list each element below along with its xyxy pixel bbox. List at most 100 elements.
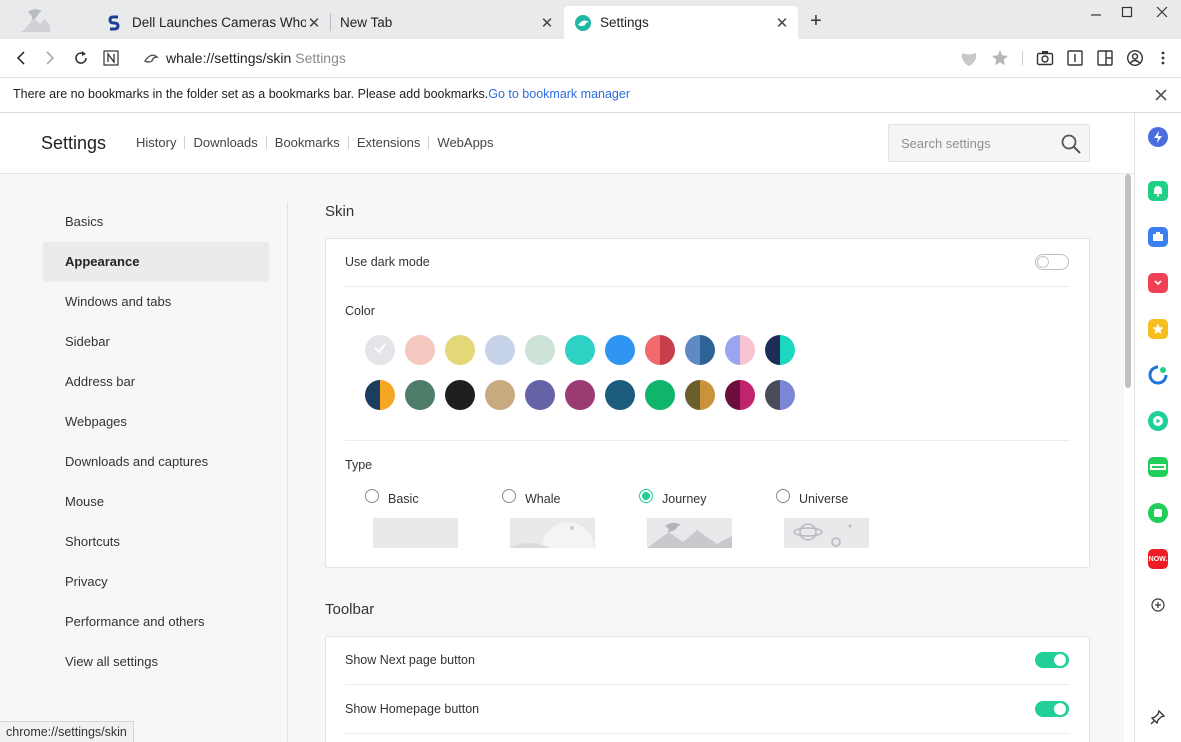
minimize-button[interactable] bbox=[1084, 2, 1108, 22]
maximize-button[interactable] bbox=[1115, 2, 1139, 22]
left-nav-item-performance-and-others[interactable]: Performance and others bbox=[43, 602, 269, 642]
row-divider bbox=[345, 684, 1070, 685]
color-swatch[interactable] bbox=[405, 380, 435, 410]
type-radio-whale[interactable] bbox=[502, 489, 516, 503]
left-nav-item-basics[interactable]: Basics bbox=[43, 202, 269, 242]
search-input[interactable] bbox=[901, 134, 1051, 152]
color-swatch[interactable] bbox=[685, 380, 715, 410]
scrollbar-thumb[interactable] bbox=[1125, 174, 1131, 388]
new-tab-button[interactable]: + bbox=[806, 11, 826, 32]
left-nav-item-shortcuts[interactable]: Shortcuts bbox=[43, 522, 269, 562]
music-player-app[interactable] bbox=[1148, 411, 1168, 431]
profile-button[interactable] bbox=[1125, 48, 1145, 68]
type-radio-basic[interactable] bbox=[365, 489, 379, 503]
swatch-half bbox=[380, 380, 395, 410]
type-preview-whale[interactable] bbox=[510, 518, 595, 548]
tab-close-icon[interactable]: ✕ bbox=[306, 15, 322, 32]
type-radio-universe[interactable] bbox=[776, 489, 790, 503]
toolbox-app[interactable] bbox=[1148, 227, 1168, 247]
type-preview-journey[interactable] bbox=[647, 518, 732, 548]
address-bar[interactable]: whale://settings/skin Settings bbox=[166, 50, 346, 66]
left-nav-item-sidebar[interactable]: Sidebar bbox=[43, 322, 269, 362]
color-swatch[interactable] bbox=[685, 335, 715, 365]
favorites-app[interactable] bbox=[1148, 319, 1168, 339]
color-swatch[interactable] bbox=[725, 335, 755, 365]
site-info-button[interactable] bbox=[141, 48, 161, 68]
color-swatch[interactable] bbox=[445, 380, 475, 410]
tab-close-icon[interactable]: ✕ bbox=[539, 15, 555, 32]
nav-link-history[interactable]: History bbox=[136, 135, 184, 150]
next-page-button-toggle[interactable] bbox=[1035, 652, 1069, 668]
color-swatch[interactable] bbox=[605, 380, 635, 410]
color-swatch[interactable] bbox=[645, 335, 675, 365]
color-swatch[interactable] bbox=[525, 380, 555, 410]
nav-link-bookmarks[interactable]: Bookmarks bbox=[267, 135, 348, 150]
add-app-button[interactable] bbox=[1148, 595, 1168, 615]
tab-settings[interactable]: Settings ✕ bbox=[564, 6, 798, 39]
toolbar-divider bbox=[1022, 51, 1023, 65]
type-radio-journey[interactable] bbox=[639, 489, 653, 503]
reader-mode-button[interactable] bbox=[1065, 48, 1085, 68]
nav-link-webapps[interactable]: WebApps bbox=[429, 135, 501, 150]
left-nav-item-downloads-and-captures[interactable]: Downloads and captures bbox=[43, 442, 269, 482]
dark-mode-toggle[interactable] bbox=[1035, 254, 1069, 270]
split-view-button[interactable] bbox=[1095, 48, 1115, 68]
swatch-half bbox=[700, 380, 715, 410]
whale-lightning-app[interactable] bbox=[1148, 127, 1168, 147]
type-preview-universe[interactable] bbox=[784, 518, 869, 548]
color-swatch[interactable] bbox=[765, 380, 795, 410]
whale-site-icon bbox=[144, 54, 159, 63]
left-nav-item-address-bar[interactable]: Address bar bbox=[43, 362, 269, 402]
homepage-button-toggle[interactable] bbox=[1035, 701, 1069, 717]
page-title: Settings bbox=[41, 133, 107, 153]
search-icon[interactable] bbox=[1060, 133, 1082, 155]
left-nav-item-view-all-settings[interactable]: View all settings bbox=[43, 642, 269, 682]
tab-dell-article[interactable]: Dell Launches Cameras Whose ✕ bbox=[96, 6, 330, 39]
left-nav-item-windows-and-tabs[interactable]: Windows and tabs bbox=[43, 282, 269, 322]
color-swatch[interactable] bbox=[365, 335, 395, 365]
type-preview-basic[interactable] bbox=[373, 518, 458, 548]
color-swatch[interactable] bbox=[485, 335, 515, 365]
bookmark-star-button[interactable] bbox=[990, 48, 1010, 68]
left-nav-item-webpages[interactable]: Webpages bbox=[43, 402, 269, 442]
color-swatch[interactable] bbox=[525, 335, 555, 365]
shield-button[interactable] bbox=[959, 48, 979, 68]
type-label: Type bbox=[345, 458, 373, 472]
bookmark-manager-link[interactable]: Go to bookmark manager bbox=[488, 87, 630, 101]
nav-link-extensions[interactable]: Extensions bbox=[349, 135, 429, 150]
close-icon[interactable] bbox=[1152, 86, 1170, 104]
pocket-app[interactable] bbox=[1148, 273, 1168, 293]
main-scrollbar[interactable] bbox=[1124, 174, 1134, 742]
color-swatch[interactable] bbox=[445, 335, 475, 365]
forward-button[interactable] bbox=[40, 48, 60, 68]
color-swatch[interactable] bbox=[365, 380, 395, 410]
naver-button[interactable] bbox=[101, 48, 121, 68]
webtoon-app[interactable] bbox=[1148, 457, 1168, 477]
color-swatch[interactable] bbox=[405, 335, 435, 365]
color-swatch[interactable] bbox=[645, 380, 675, 410]
color-swatch[interactable] bbox=[565, 335, 595, 365]
pin-sidebar-button[interactable] bbox=[1148, 707, 1168, 727]
close-window-button[interactable] bbox=[1150, 2, 1174, 22]
dictionary-app[interactable] bbox=[1148, 365, 1168, 385]
tab-close-icon[interactable]: ✕ bbox=[774, 15, 790, 32]
whale-lightning-icon bbox=[1154, 131, 1162, 143]
nav-link-downloads[interactable]: Downloads bbox=[185, 135, 265, 150]
now-app[interactable]: NOW. bbox=[1148, 549, 1168, 569]
reload-button[interactable] bbox=[71, 48, 91, 68]
capture-button[interactable] bbox=[1035, 48, 1055, 68]
color-swatch[interactable] bbox=[605, 335, 635, 365]
notification-app[interactable] bbox=[1148, 181, 1168, 201]
main-menu-button[interactable] bbox=[1153, 48, 1173, 68]
color-swatch[interactable] bbox=[485, 380, 515, 410]
journey-preview-illustration-icon bbox=[647, 522, 732, 548]
memo-app[interactable] bbox=[1148, 503, 1168, 523]
color-swatch[interactable] bbox=[565, 380, 595, 410]
color-swatch[interactable] bbox=[725, 380, 755, 410]
left-nav-item-privacy[interactable]: Privacy bbox=[43, 562, 269, 602]
back-button[interactable] bbox=[11, 48, 31, 68]
color-swatch[interactable] bbox=[765, 335, 795, 365]
left-nav-item-appearance[interactable]: Appearance bbox=[43, 242, 269, 282]
tab-new-tab[interactable]: New Tab ✕ bbox=[330, 6, 563, 39]
left-nav-item-mouse[interactable]: Mouse bbox=[43, 482, 269, 522]
